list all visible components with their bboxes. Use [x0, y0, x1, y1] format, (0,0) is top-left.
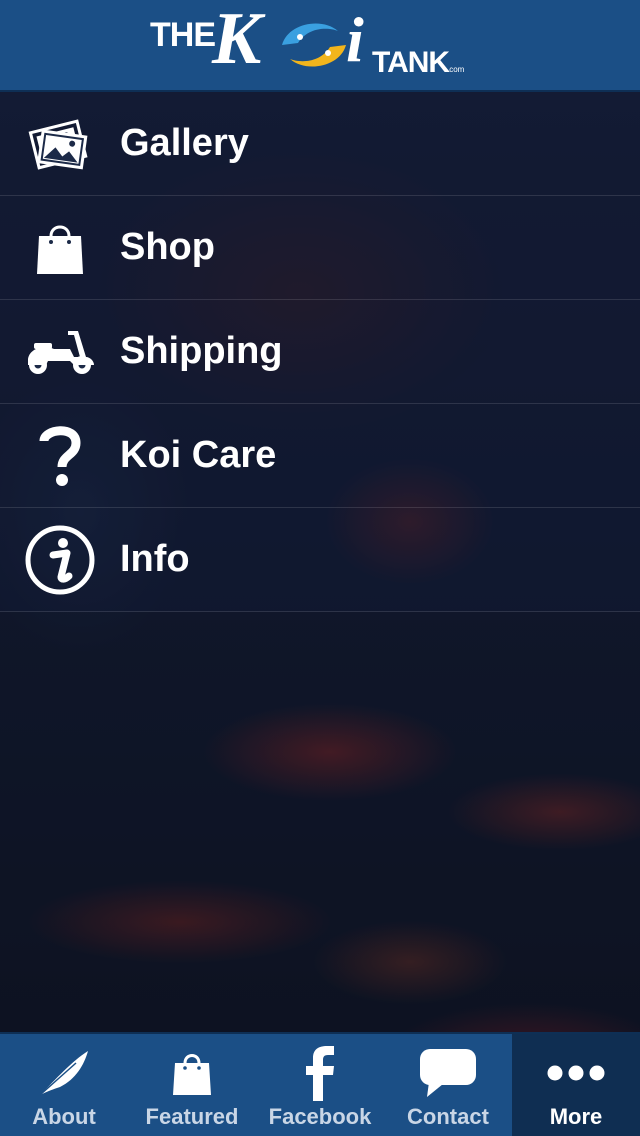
feather-icon [36, 1042, 92, 1104]
tab-facebook[interactable]: Facebook [256, 1034, 384, 1136]
gallery-icon [0, 92, 120, 196]
tab-label: Featured [145, 1104, 239, 1129]
tab-about[interactable]: About [0, 1034, 128, 1136]
shopping-bag-icon [0, 196, 120, 300]
shopping-bag-icon [172, 1042, 212, 1104]
menu-item-label: Koi Care [120, 434, 277, 476]
logo-k-letter: K [212, 0, 262, 80]
tab-featured[interactable]: Featured [128, 1034, 256, 1136]
more-menu: Gallery Shop Shipping Koi Care Info [0, 92, 640, 612]
menu-item-shipping[interactable]: Shipping [0, 300, 640, 404]
tab-more[interactable]: More [512, 1034, 640, 1136]
koi-fish-logo-icon [282, 23, 346, 67]
menu-item-label: Shop [120, 226, 215, 268]
logo-the-text: THE [150, 16, 216, 54]
tab-contact[interactable]: Contact [384, 1034, 512, 1136]
logo-i-letter: i [346, 4, 364, 75]
tab-bar: About Featured Facebook Contact More [0, 1032, 640, 1136]
menu-item-info[interactable]: Info [0, 508, 640, 612]
tab-label: More [549, 1104, 603, 1129]
speech-bubble-icon [419, 1042, 477, 1104]
more-dots-icon [547, 1042, 605, 1104]
logo-com-text: .com [447, 65, 465, 74]
info-icon [0, 508, 120, 612]
tab-label: About [32, 1104, 96, 1129]
facebook-icon [305, 1042, 335, 1104]
logo-tank-text: TANK [372, 46, 450, 79]
tab-label: Facebook [268, 1104, 372, 1129]
menu-item-shop[interactable]: Shop [0, 196, 640, 300]
menu-item-koi-care[interactable]: Koi Care [0, 404, 640, 508]
menu-item-gallery[interactable]: Gallery [0, 92, 640, 196]
question-mark-icon [0, 404, 120, 508]
menu-item-label: Shipping [120, 330, 283, 372]
scooter-icon [0, 300, 120, 404]
menu-item-label: Gallery [120, 122, 249, 164]
tab-label: Contact [407, 1104, 489, 1129]
logo: THE K i TANK .com [150, 0, 490, 91]
menu-item-label: Info [120, 538, 190, 580]
app-header: THE K i TANK .com [0, 0, 640, 92]
